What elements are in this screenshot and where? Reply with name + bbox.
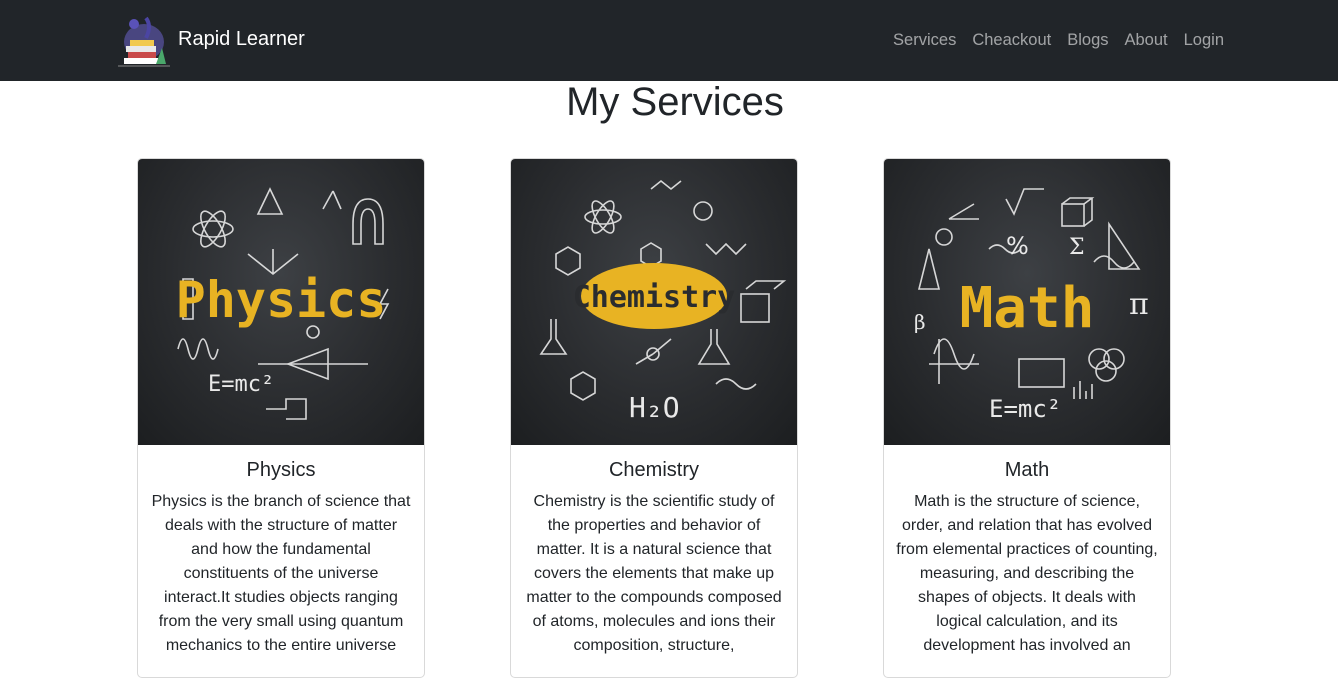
- chemistry-card-text: Chemistry is the scientific study of the…: [526, 493, 782, 654]
- chemistry-image: Chemistry H₂O: [511, 159, 797, 445]
- brand-name: Rapid Learner: [178, 27, 305, 50]
- brand-link[interactable]: Rapid Learner: [116, 14, 305, 68]
- service-card-chemistry: Chemistry H₂O Chemistry Chemistry is the…: [510, 158, 798, 678]
- physics-card-text: Physics is the branch of science that de…: [151, 493, 411, 654]
- page-title: My Services: [566, 80, 784, 124]
- service-card-math: Math π Σ % β E=mc² Math Math is the stru…: [883, 158, 1171, 678]
- nav-blogs[interactable]: Blogs: [1067, 31, 1108, 50]
- nav-checkout[interactable]: Cheackout: [972, 31, 1051, 50]
- nav-links: Services Cheackout Blogs About Login: [893, 31, 1224, 50]
- math-card-title: Math: [1004, 459, 1050, 481]
- navbar: Rapid Learner Services Cheackout Blogs A…: [0, 0, 1338, 81]
- chemistry-card-title: Chemistry: [608, 459, 699, 481]
- math-chalk-doodles: Math π Σ % β E=mc²: [914, 188, 1149, 423]
- math-image: Math π Σ % β E=mc²: [884, 159, 1170, 445]
- service-card-physics: Physics E=mc² Physics Physics is the bra…: [137, 158, 425, 678]
- math-image-pi: π: [1129, 287, 1149, 322]
- chemistry-image-word: Chemistry: [573, 280, 736, 315]
- math-image-beta: β: [914, 310, 926, 334]
- nav-services[interactable]: Services: [893, 31, 956, 50]
- physics-card-title: Physics: [246, 459, 316, 481]
- physics-image-word: Physics: [176, 271, 387, 329]
- math-image-percent: %: [1006, 232, 1029, 260]
- physics-card-body: Physics Physics is the branch of science…: [138, 445, 424, 658]
- chemistry-image-formula: H₂O: [629, 391, 680, 424]
- physics-image-formula: E=mc²: [208, 372, 274, 397]
- math-card-body: Math Math is the structure of science, o…: [884, 445, 1170, 658]
- chemistry-chalk-doodles: Chemistry H₂O: [539, 179, 787, 424]
- physics-image: Physics E=mc²: [138, 159, 424, 445]
- physics-chalk-doodles: Physics E=mc²: [176, 187, 390, 420]
- math-image-word: Math: [960, 276, 1095, 341]
- math-image-formula: E=mc²: [989, 395, 1061, 423]
- math-image-sigma: Σ: [1069, 235, 1085, 260]
- nav-login[interactable]: Login: [1184, 31, 1224, 50]
- nav-about[interactable]: About: [1125, 31, 1168, 50]
- chemistry-card-body: Chemistry Chemistry is the scientific st…: [511, 445, 797, 658]
- math-card-text: Math is the structure of science, order,…: [896, 493, 1158, 654]
- books-logo-icon: [118, 16, 170, 67]
